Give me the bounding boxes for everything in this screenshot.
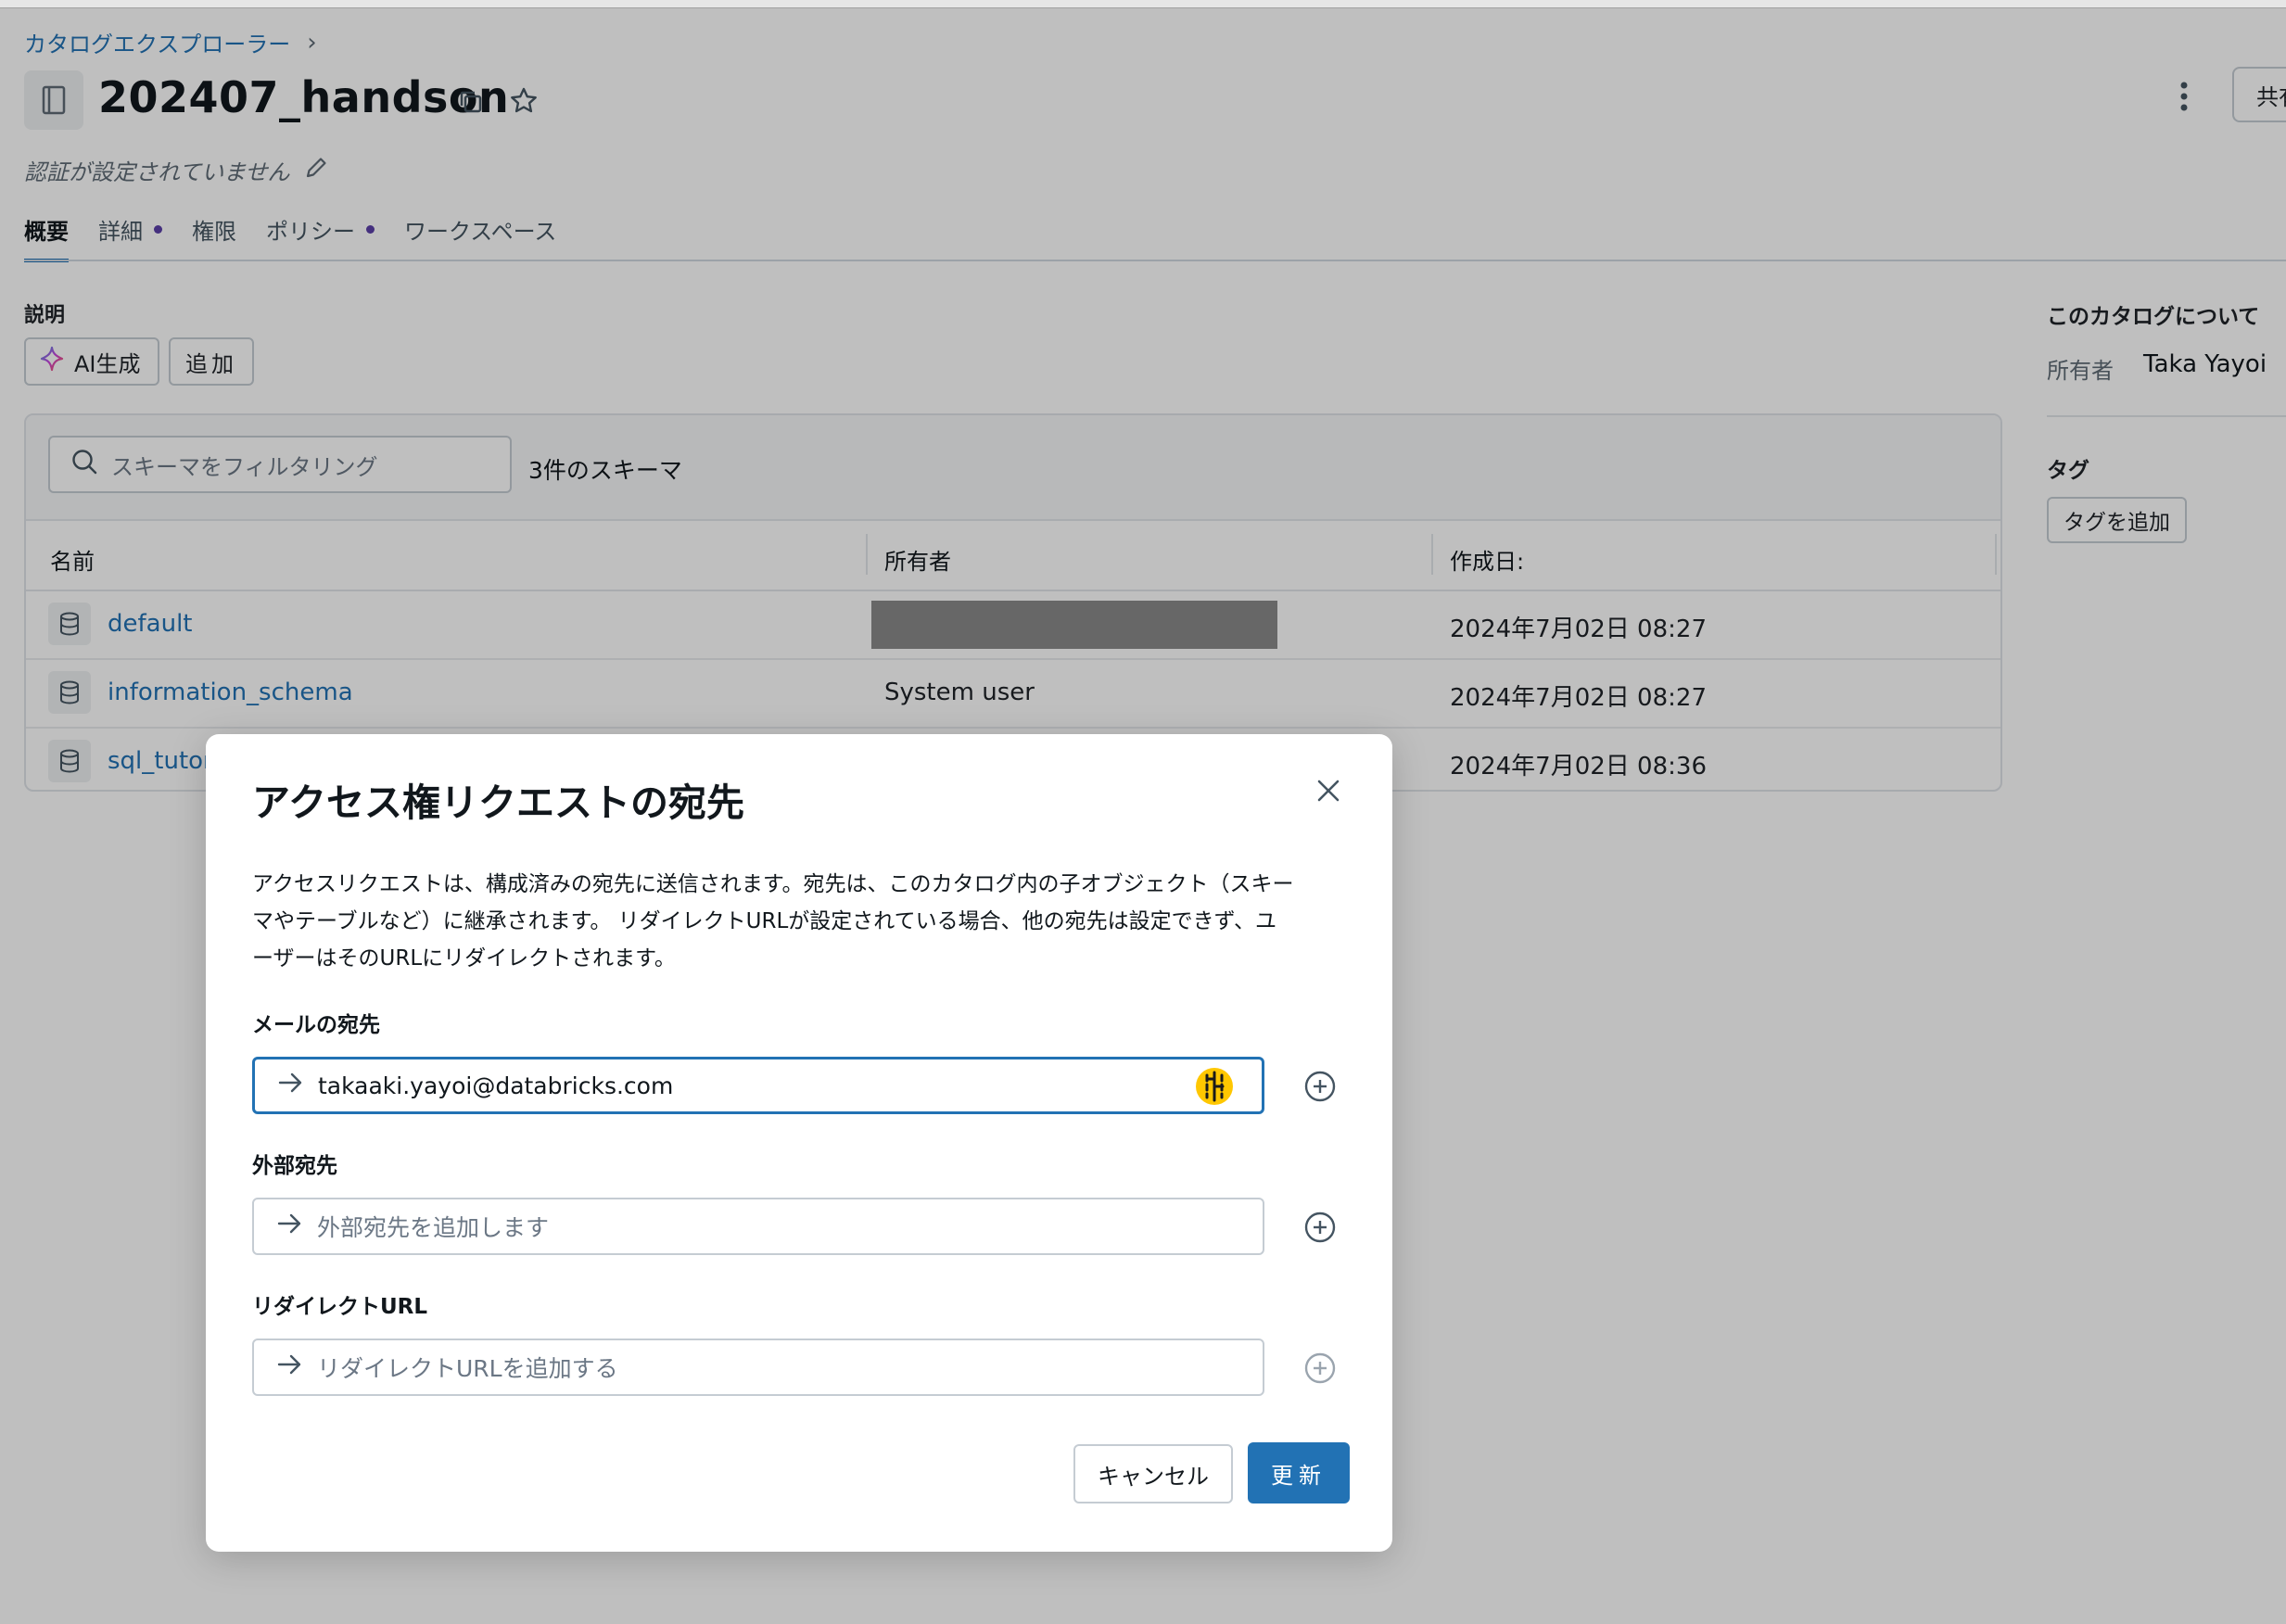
dialog-title: アクセス権リクエストの宛先 bbox=[252, 780, 744, 825]
email-destination-label: メールの宛先 bbox=[252, 1013, 380, 1037]
access-request-dialog: アクセス権リクエストの宛先 アクセスリクエストは、構成済みの宛先に送信されます。… bbox=[206, 734, 1392, 1552]
plus-circle-icon[interactable] bbox=[1303, 1211, 1337, 1248]
arrow-right-icon bbox=[276, 1352, 304, 1382]
email-destination-input[interactable]: takaaki.yayoi@databricks.com bbox=[252, 1057, 1264, 1114]
dialog-description: アクセスリクエストは、構成済みの宛先に送信されます。宛先は、このカタログ内の子オ… bbox=[252, 872, 1294, 971]
close-icon[interactable] bbox=[1314, 777, 1342, 808]
arrow-right-icon bbox=[276, 1212, 304, 1241]
arrow-right-icon bbox=[277, 1071, 305, 1100]
plus-circle-icon[interactable] bbox=[1303, 1070, 1337, 1107]
external-destination-input[interactable]: 外部宛先を追加します bbox=[252, 1198, 1264, 1255]
email-value: takaaki.yayoi@databricks.com bbox=[318, 1072, 674, 1099]
redirect-placeholder: リダイレクトURLを追加する bbox=[317, 1355, 618, 1382]
cancel-button[interactable]: キャンセル bbox=[1073, 1444, 1233, 1503]
external-placeholder: 外部宛先を追加します bbox=[317, 1214, 550, 1241]
redirect-url-input[interactable]: リダイレクトURLを追加する bbox=[252, 1339, 1264, 1396]
update-button[interactable]: 更新 bbox=[1248, 1442, 1350, 1503]
external-destination-label: 外部宛先 bbox=[252, 1154, 337, 1178]
plus-circle-icon[interactable] bbox=[1303, 1351, 1337, 1389]
redirect-url-label: リダイレクトURL bbox=[252, 1295, 428, 1319]
keeper-icon[interactable] bbox=[1195, 1067, 1234, 1111]
